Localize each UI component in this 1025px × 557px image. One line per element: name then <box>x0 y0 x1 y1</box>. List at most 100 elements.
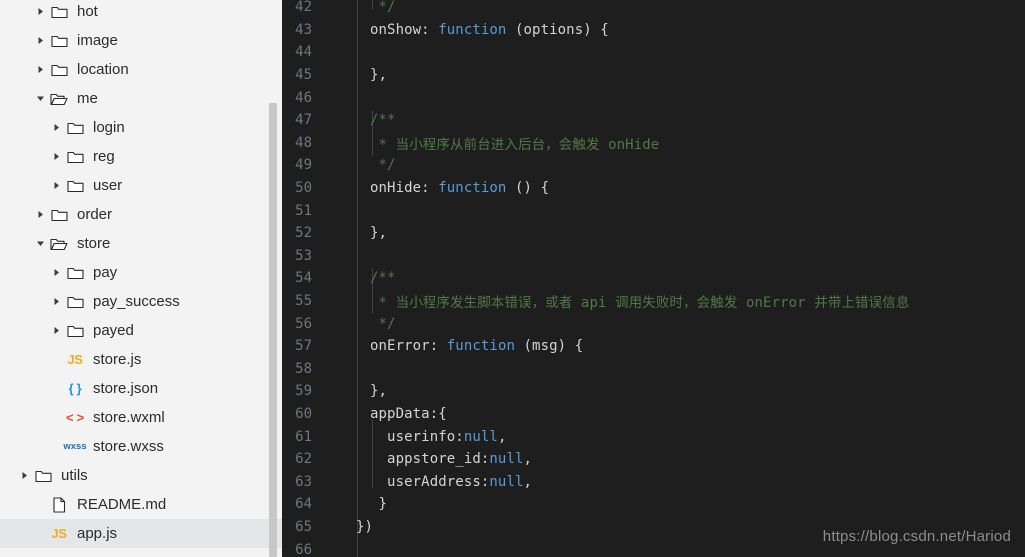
file-type-badge: JS <box>67 352 83 367</box>
code-line-42: 42 */ <box>282 0 1025 19</box>
code-token: api <box>572 295 616 312</box>
code-line-48: 48 * 当小程序从前台进入后台，会触发 onHide <box>282 132 1025 155</box>
code-text: appstore_id:null, <box>340 451 1025 467</box>
code-line-47: 47 /** <box>282 109 1025 132</box>
js-file-icon: JS <box>64 352 86 367</box>
tree-item-README-md[interactable]: README.md <box>0 490 282 519</box>
tree-item-store-wxml[interactable]: < > store.wxml <box>0 403 282 432</box>
folder-closed-icon <box>64 150 86 164</box>
tree-item-location[interactable]: location <box>0 55 282 84</box>
code-line-51: 51 <box>282 199 1025 222</box>
tree-item-label: order <box>77 206 113 223</box>
code-token: , <box>523 473 533 490</box>
tree-item-store-wxss[interactable]: wxss store.wxss <box>0 432 282 461</box>
line-number: 64 <box>295 496 312 513</box>
chevron-right-icon[interactable] <box>16 471 32 480</box>
sidebar-scrollbar[interactable] <box>269 103 277 557</box>
line-number: 49 <box>295 157 312 174</box>
code-token: 当小程序发生脚本错误，或者 <box>395 295 573 312</box>
code-line-60: 60 appData:{ <box>282 403 1025 426</box>
tree-item-me[interactable]: me <box>0 84 282 113</box>
tree-item-label: pay_success <box>93 293 180 310</box>
code-text: }, <box>340 67 1025 83</box>
tree-item-user[interactable]: user <box>0 171 282 200</box>
line-number: 51 <box>295 202 312 219</box>
line-number: 47 <box>295 112 312 129</box>
code-text: }, <box>340 225 1025 241</box>
tree-item-payed[interactable]: payed <box>0 316 282 345</box>
code-text: /** <box>340 112 1025 128</box>
tree-item-order[interactable]: order <box>0 200 282 229</box>
tree-item-label: location <box>77 61 129 78</box>
chevron-right-icon[interactable] <box>32 36 48 45</box>
code-token: * <box>370 295 396 312</box>
tree-item-label: pay <box>93 264 118 281</box>
chevron-right-icon[interactable] <box>48 297 64 306</box>
tree-item-app-js[interactable]: JS app.js <box>0 519 282 548</box>
line-number: 63 <box>295 473 312 490</box>
code-line-56: 56 */ <box>282 312 1025 335</box>
code-token: 当小程序从前台进入后台，会触发 <box>395 136 600 153</box>
tree-item-label: app.js <box>77 525 118 542</box>
chevron-down-icon[interactable] <box>32 239 48 248</box>
tree-item-utils[interactable]: utils <box>0 461 282 490</box>
line-number: 53 <box>295 247 312 264</box>
code-token: (options) { <box>506 21 609 38</box>
code-token: , <box>523 451 533 468</box>
folder-closed-icon <box>48 63 70 77</box>
tree-item-pay_success[interactable]: pay_success <box>0 287 282 316</box>
chevron-right-icon[interactable] <box>48 268 64 277</box>
tree-item-label: README.md <box>77 496 167 513</box>
tree-item-reg[interactable]: reg <box>0 142 282 171</box>
line-number: 48 <box>295 134 312 151</box>
code-text: */ <box>340 157 1025 173</box>
chevron-right-icon[interactable] <box>32 65 48 74</box>
tree-item-store[interactable]: store <box>0 229 282 258</box>
line-number: 58 <box>295 360 312 377</box>
tree-item-image[interactable]: image <box>0 26 282 55</box>
line-number: 55 <box>295 293 312 310</box>
chevron-right-icon[interactable] <box>32 210 48 219</box>
line-number: 42 <box>295 0 312 16</box>
chevron-right-icon[interactable] <box>48 181 64 190</box>
folder-closed-icon <box>48 5 70 19</box>
code-editor[interactable]: 42 */ 43 onShow: function (options) {44 45}… <box>282 0 1025 557</box>
json-file-icon: { } <box>64 381 86 396</box>
tree-item-login[interactable]: login <box>0 113 282 142</box>
code-text: appData:{ <box>340 406 1025 422</box>
folder-closed-icon <box>64 179 86 193</box>
code-line-63: 63 userAddress:null, <box>282 470 1025 493</box>
code-token: }) <box>356 518 374 535</box>
code-line-50: 50 onHide: function () { <box>282 177 1025 200</box>
chevron-right-icon[interactable] <box>48 152 64 161</box>
code-line-55: 55 * 当小程序发生脚本错误，或者 api 调用失败时，会触发 onError… <box>282 290 1025 313</box>
code-text: * 当小程序发生脚本错误，或者 api 调用失败时，会触发 onError 并带… <box>340 291 1025 311</box>
markdown-file-icon <box>48 496 70 513</box>
code-token: */ <box>378 0 396 16</box>
line-number: 65 <box>295 518 312 535</box>
code-line-49: 49 */ <box>282 154 1025 177</box>
code-token: onHide: <box>370 180 439 197</box>
tree-item-store-js[interactable]: JS store.js <box>0 345 282 374</box>
chevron-right-icon[interactable] <box>32 7 48 16</box>
chevron-right-icon[interactable] <box>48 123 64 132</box>
code-line-54: 54 /** <box>282 267 1025 290</box>
chevron-down-icon[interactable] <box>32 94 48 103</box>
tree-item-hot[interactable]: hot <box>0 0 282 26</box>
tree-item-label: reg <box>93 148 115 165</box>
code-token: userinfo: <box>370 428 464 445</box>
code-token: onError: <box>370 338 447 355</box>
code-token: /** <box>370 112 396 129</box>
code-text: */ <box>340 316 1025 332</box>
file-tree: hot image location me login reg user order store… <box>0 0 282 548</box>
tree-item-store-json[interactable]: { } store.json <box>0 374 282 403</box>
line-number: 44 <box>295 44 312 61</box>
code-token: }, <box>370 225 388 242</box>
code-token: } <box>370 496 388 513</box>
code-token: 调用失败时，会触发 <box>615 295 738 312</box>
line-number: 46 <box>295 89 312 106</box>
tree-item-label: me <box>77 90 98 107</box>
chevron-right-icon[interactable] <box>48 326 64 335</box>
code-line-52: 52}, <box>282 222 1025 245</box>
tree-item-pay[interactable]: pay <box>0 258 282 287</box>
